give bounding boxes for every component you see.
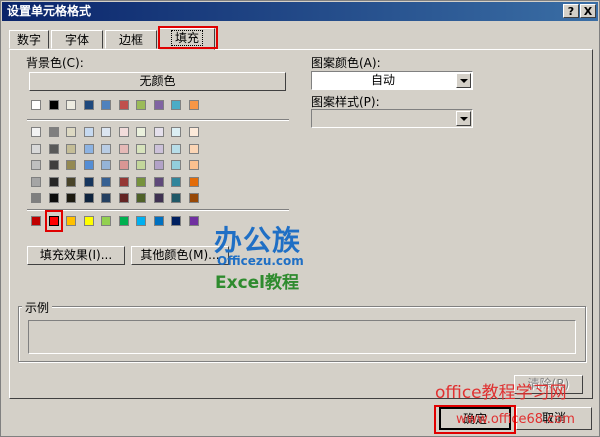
tint-color-swatch[interactable] bbox=[83, 127, 94, 137]
theme-color-swatch[interactable] bbox=[153, 100, 164, 110]
tint-color-swatch[interactable] bbox=[171, 143, 181, 154]
theme-color-swatch[interactable] bbox=[136, 100, 146, 110]
pattern-color-value: 自动 bbox=[370, 73, 395, 87]
tint-color-swatch[interactable] bbox=[101, 127, 111, 137]
tint-color-swatch[interactable] bbox=[83, 176, 94, 187]
tint-color-swatch[interactable] bbox=[153, 193, 164, 203]
tint-color-swatch[interactable] bbox=[136, 127, 146, 137]
standard-color-swatch[interactable] bbox=[66, 216, 76, 226]
brand-sub-text: Excel教程 bbox=[215, 273, 300, 293]
brand-logo-text: 办公族 bbox=[214, 224, 302, 257]
tint-color-swatch[interactable] bbox=[118, 143, 129, 154]
tint-color-swatch[interactable] bbox=[83, 160, 94, 170]
help-button[interactable]: ? bbox=[563, 4, 579, 18]
tint-color-swatch[interactable] bbox=[66, 143, 76, 154]
tint-color-swatch[interactable] bbox=[136, 160, 146, 170]
ok-button-highlight bbox=[434, 405, 516, 434]
tint-color-swatch[interactable] bbox=[171, 176, 181, 187]
selected-color-highlight bbox=[45, 210, 63, 232]
background-color-label: 背景色(C): bbox=[26, 56, 84, 70]
window-title: 设置单元格格式 bbox=[7, 4, 92, 18]
tint-color-swatch[interactable] bbox=[136, 143, 146, 154]
chevron-down-icon[interactable] bbox=[456, 111, 471, 126]
tint-color-swatch[interactable] bbox=[136, 176, 146, 187]
tint-color-swatch[interactable] bbox=[136, 193, 146, 203]
standard-color-swatch[interactable] bbox=[188, 216, 199, 226]
tint-color-swatch[interactable] bbox=[48, 160, 59, 170]
tint-color-swatch[interactable] bbox=[101, 143, 111, 154]
format-cells-dialog: 设置单元格格式 ? X 数字 字体 边框 填充 背景色(C): 无颜色 填充效果… bbox=[0, 0, 600, 437]
tint-color-swatch[interactable] bbox=[101, 160, 111, 170]
tint-color-swatch[interactable] bbox=[188, 176, 199, 187]
pattern-style-label: 图案样式(P): bbox=[311, 95, 380, 109]
standard-color-swatch[interactable] bbox=[171, 216, 181, 226]
standard-color-swatch[interactable] bbox=[101, 216, 111, 226]
tint-color-swatch[interactable] bbox=[171, 127, 181, 137]
theme-color-swatch[interactable] bbox=[31, 100, 41, 110]
standard-color-swatch[interactable] bbox=[83, 216, 94, 226]
close-button[interactable]: X bbox=[580, 4, 596, 18]
tint-color-swatch[interactable] bbox=[101, 176, 111, 187]
fill-effects-button[interactable]: 填充效果(I)... bbox=[27, 246, 125, 265]
tint-color-swatch[interactable] bbox=[118, 193, 129, 203]
tab-font[interactable]: 字体 bbox=[51, 30, 103, 49]
theme-color-swatch[interactable] bbox=[83, 100, 94, 110]
standard-color-swatch[interactable] bbox=[118, 216, 129, 226]
tint-color-swatch[interactable] bbox=[31, 127, 41, 137]
tint-color-swatch[interactable] bbox=[83, 143, 94, 154]
site-watermark-text: office教程学习网 bbox=[435, 383, 567, 403]
tint-color-swatch[interactable] bbox=[48, 193, 59, 203]
tint-color-swatch[interactable] bbox=[66, 160, 76, 170]
title-bar[interactable]: 设置单元格格式 ? X bbox=[2, 2, 598, 21]
tint-color-swatch[interactable] bbox=[66, 176, 76, 187]
tab-fill-highlight bbox=[158, 26, 218, 49]
pattern-color-dropdown[interactable]: 自动 bbox=[311, 71, 473, 90]
theme-color-swatch[interactable] bbox=[118, 100, 129, 110]
tint-color-swatch[interactable] bbox=[48, 143, 59, 154]
palette-divider bbox=[27, 119, 289, 121]
tint-color-swatch[interactable] bbox=[83, 193, 94, 203]
tint-color-swatch[interactable] bbox=[153, 160, 164, 170]
tint-color-swatch[interactable] bbox=[171, 193, 181, 203]
tint-color-swatch[interactable] bbox=[188, 143, 199, 154]
tab-number[interactable]: 数字 bbox=[9, 30, 49, 49]
tint-color-swatch[interactable] bbox=[188, 160, 199, 170]
tint-color-swatch[interactable] bbox=[153, 127, 164, 137]
tint-color-swatch[interactable] bbox=[171, 160, 181, 170]
theme-color-swatch[interactable] bbox=[101, 100, 111, 110]
sample-preview bbox=[28, 320, 576, 354]
chevron-down-icon[interactable] bbox=[456, 73, 471, 88]
tint-color-swatch[interactable] bbox=[48, 127, 59, 137]
tint-color-swatch[interactable] bbox=[118, 176, 129, 187]
tint-color-swatch[interactable] bbox=[66, 193, 76, 203]
standard-color-swatch[interactable] bbox=[153, 216, 164, 226]
tint-color-swatch[interactable] bbox=[101, 193, 111, 203]
brand-site-text: Officezu.com bbox=[217, 254, 304, 268]
tint-color-swatch[interactable] bbox=[66, 127, 76, 137]
theme-color-swatch[interactable] bbox=[188, 100, 199, 110]
theme-color-swatch[interactable] bbox=[171, 100, 181, 110]
theme-color-swatch[interactable] bbox=[48, 100, 59, 110]
tint-color-swatch[interactable] bbox=[188, 193, 199, 203]
tab-border[interactable]: 边框 bbox=[105, 30, 157, 49]
tint-color-swatch[interactable] bbox=[31, 160, 41, 170]
tint-color-swatch[interactable] bbox=[48, 176, 59, 187]
tint-color-swatch[interactable] bbox=[118, 160, 129, 170]
theme-color-swatch[interactable] bbox=[66, 100, 76, 110]
tint-color-swatch[interactable] bbox=[118, 127, 129, 137]
pattern-style-dropdown[interactable] bbox=[311, 109, 473, 128]
pattern-color-label: 图案颜色(A): bbox=[311, 56, 381, 70]
tint-color-swatch[interactable] bbox=[188, 127, 199, 137]
sample-label: 示例 bbox=[22, 299, 53, 316]
tint-color-swatch[interactable] bbox=[153, 176, 164, 187]
no-color-button[interactable]: 无颜色 bbox=[29, 72, 286, 91]
tint-color-swatch[interactable] bbox=[153, 143, 164, 154]
palette-divider bbox=[27, 209, 289, 211]
tint-color-swatch[interactable] bbox=[31, 176, 41, 187]
tint-color-swatch[interactable] bbox=[31, 193, 41, 203]
tint-color-swatch[interactable] bbox=[31, 143, 41, 154]
standard-color-swatch[interactable] bbox=[31, 216, 41, 226]
standard-color-swatch[interactable] bbox=[136, 216, 146, 226]
